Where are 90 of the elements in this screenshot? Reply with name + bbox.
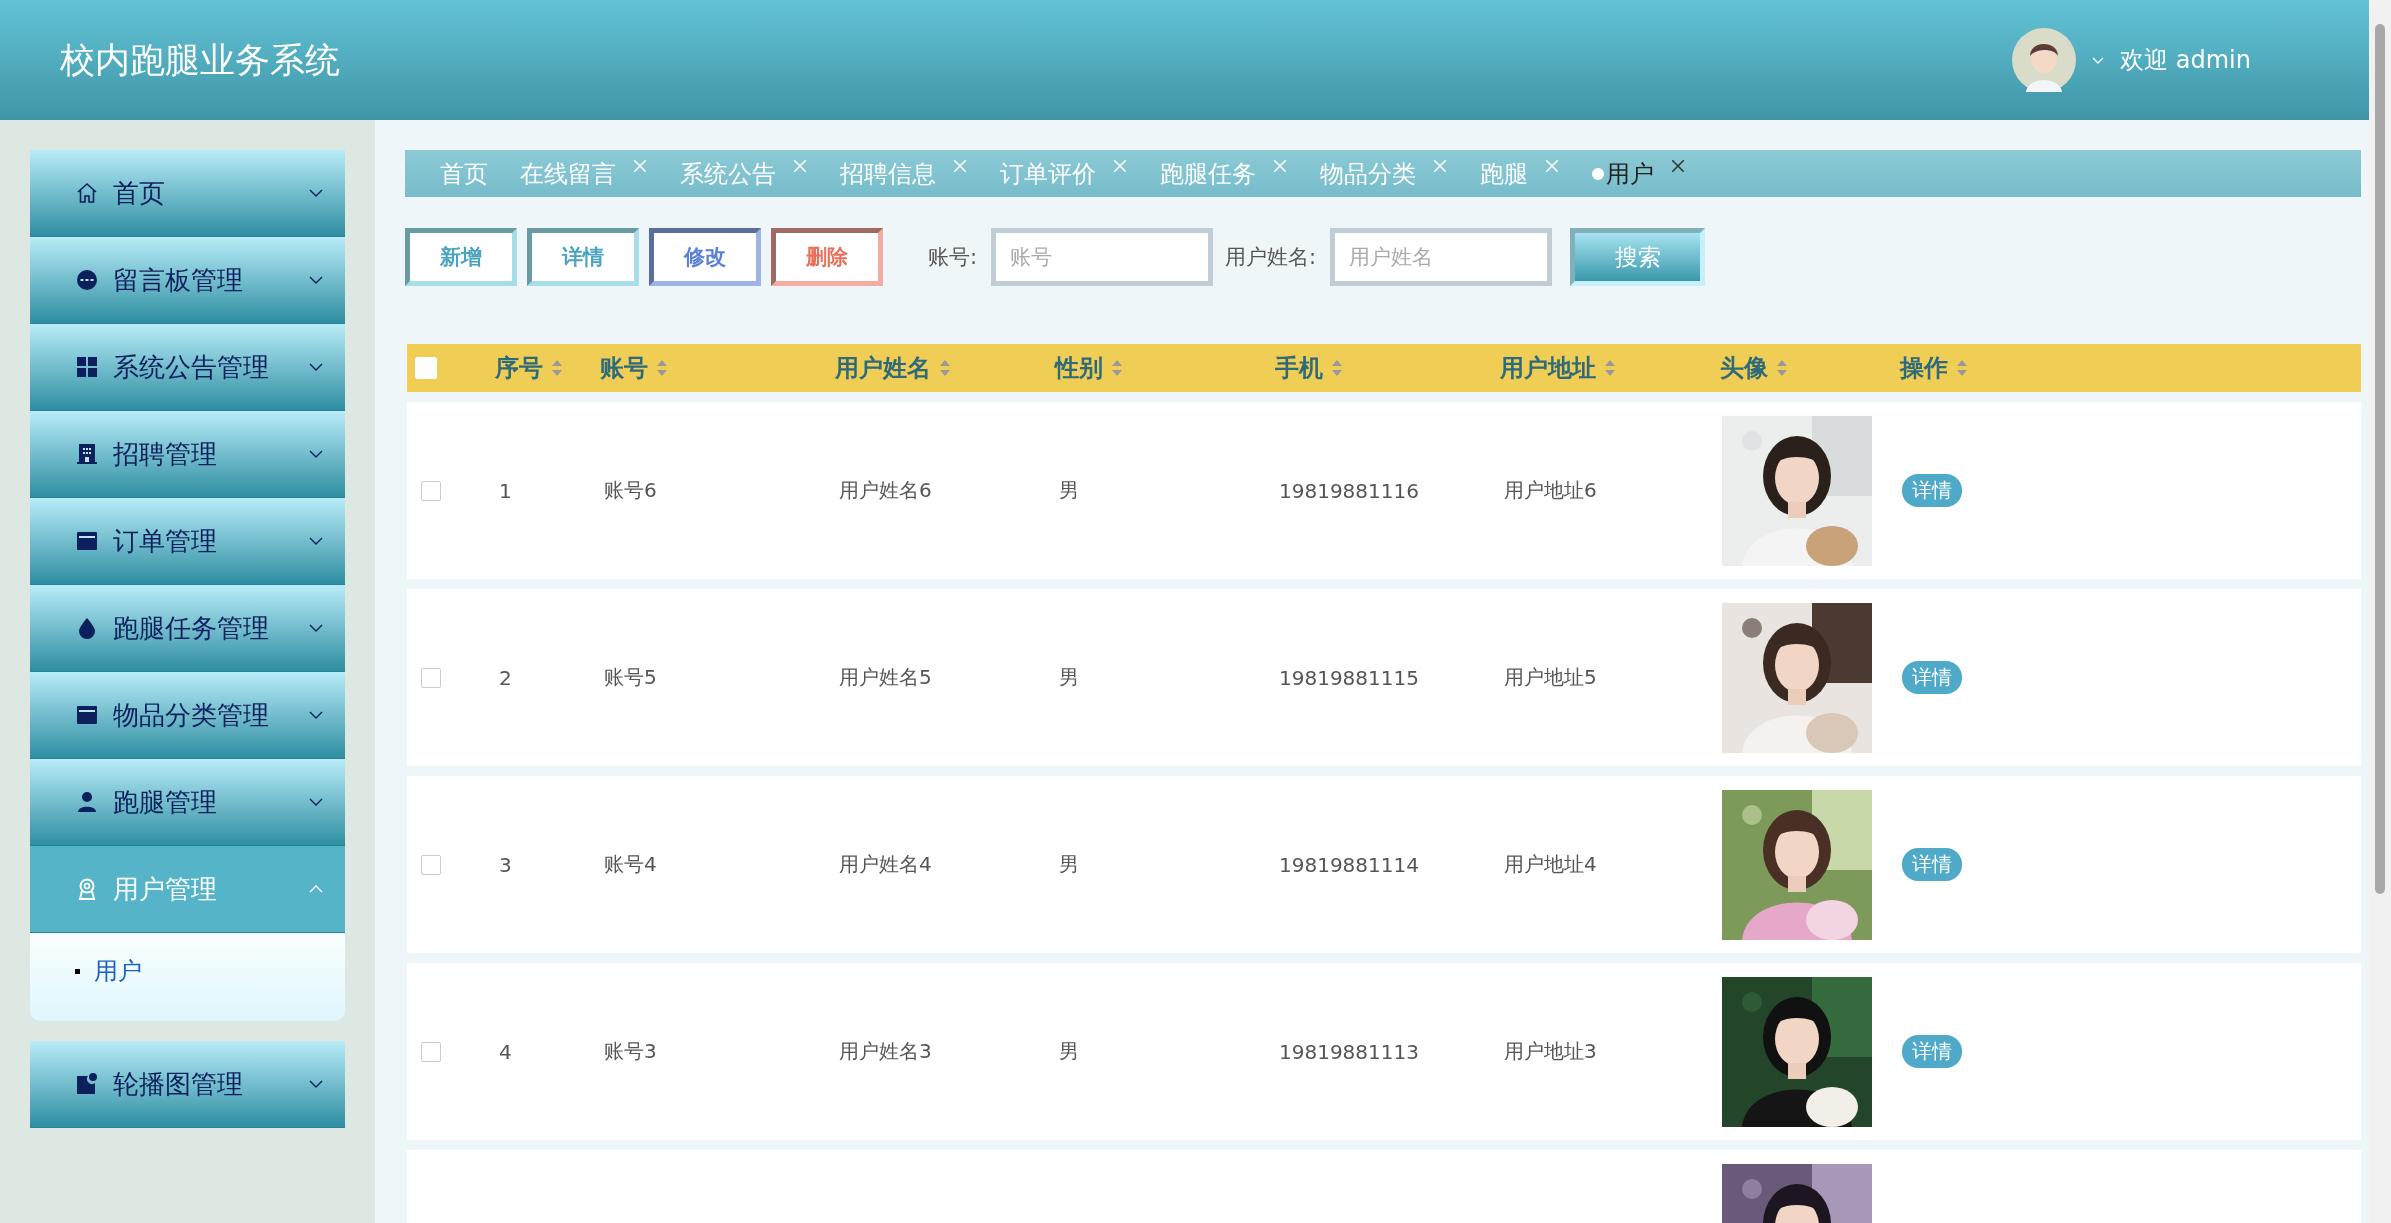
table-cell: 用户姓名6 xyxy=(839,478,932,502)
checkbox[interactable] xyxy=(421,854,441,875)
detail-button[interactable]: 详情 xyxy=(1902,848,1962,881)
toolbar-button[interactable]: 修改 xyxy=(649,228,761,286)
column-header[interactable]: 手机 xyxy=(1275,352,1323,384)
column-header[interactable]: 性别 xyxy=(1055,352,1103,384)
table-cell: 用户地址5 xyxy=(1504,665,1597,689)
table-cell: 2 xyxy=(499,665,512,690)
tab[interactable]: 用户 xyxy=(1592,157,1686,190)
sort-icon[interactable] xyxy=(656,358,668,378)
sort-icon[interactable] xyxy=(1604,358,1616,378)
checkbox[interactable] xyxy=(421,667,441,688)
tab[interactable]: 订单评价 xyxy=(1000,157,1128,190)
toolbar-button[interactable]: 新增 xyxy=(405,228,517,286)
menu-item[interactable]: 订单管理 xyxy=(30,498,345,585)
card-icon xyxy=(75,703,99,727)
table-cell: 用户姓名5 xyxy=(839,665,932,689)
checkbox[interactable] xyxy=(421,480,441,501)
menu-item[interactable]: 物品分类管理 xyxy=(30,672,345,759)
menu-item[interactable]: 首页 xyxy=(30,150,345,237)
dots-circle-icon xyxy=(75,268,99,292)
input-field[interactable]: 账号 xyxy=(991,228,1214,286)
table-cell: 19819881116 xyxy=(1279,478,1419,503)
table-cell: 3 xyxy=(499,852,512,877)
checkbox[interactable] xyxy=(421,1041,441,1062)
app-title: 校内跑腿业务系统 xyxy=(60,38,341,82)
table-cell: 4 xyxy=(499,1039,512,1064)
menu-item[interactable]: 系统公告管理 xyxy=(30,324,345,411)
table-cell: 19819881115 xyxy=(1279,665,1419,690)
menu-item[interactable]: 轮播图管理 xyxy=(30,1041,345,1128)
table-cell: 用户姓名3 xyxy=(839,1039,932,1063)
search-button[interactable]: 搜索 xyxy=(1570,228,1706,286)
filter-label: 用户姓名: xyxy=(1225,244,1317,271)
tab[interactable]: 招聘信息 xyxy=(840,157,968,190)
detail-button[interactable]: 详情 xyxy=(1902,1035,1962,1068)
toolbar-button[interactable]: 详情 xyxy=(527,228,639,286)
tab[interactable]: 跑腿 xyxy=(1480,157,1560,190)
table-cell: 用户姓名4 xyxy=(839,852,932,876)
sort-icon[interactable] xyxy=(1776,358,1788,378)
tab[interactable]: 物品分类 xyxy=(1320,157,1448,190)
column-header[interactable]: 头像 xyxy=(1720,352,1768,384)
menu-item[interactable]: 招聘管理 xyxy=(30,411,345,498)
table-cell: 用户地址4 xyxy=(1504,852,1597,876)
input-field[interactable]: 用户姓名 xyxy=(1330,228,1553,286)
person-icon xyxy=(75,790,99,814)
image-icon xyxy=(75,1072,99,1096)
table-cell: 19819881113 xyxy=(1279,1039,1419,1064)
column-header[interactable]: 用户地址 xyxy=(1500,352,1596,384)
building-icon xyxy=(75,442,99,466)
column-header[interactable]: 用户姓名 xyxy=(835,352,931,384)
submenu-item[interactable]: 用户 xyxy=(75,955,345,987)
sort-icon[interactable] xyxy=(551,358,563,378)
table-cell: 1 xyxy=(499,478,512,503)
scrollbar[interactable] xyxy=(2369,0,2391,1223)
column-header[interactable]: 序号 xyxy=(495,352,543,384)
detail-button[interactable]: 详情 xyxy=(1902,661,1962,694)
close-icon[interactable] xyxy=(1670,157,1686,174)
menu-item[interactable]: 用户管理 xyxy=(30,846,345,933)
sort-icon[interactable] xyxy=(939,358,951,378)
table-cell: 19819881114 xyxy=(1279,852,1419,877)
detail-button[interactable]: 详情 xyxy=(1902,474,1962,507)
toolbar-button[interactable]: 删除 xyxy=(771,228,883,286)
table-cell: 男 xyxy=(1059,478,1079,502)
table-cell: 账号5 xyxy=(604,665,657,689)
tab[interactable]: 首页 xyxy=(440,157,488,190)
table-cell: 账号4 xyxy=(604,852,657,876)
table-cell: 用户地址6 xyxy=(1504,478,1597,502)
home-icon xyxy=(75,181,99,205)
sort-icon[interactable] xyxy=(1331,358,1343,378)
column-header[interactable]: 操作 xyxy=(1900,352,1948,384)
menu-item[interactable]: 跑腿任务管理 xyxy=(30,585,345,672)
sort-icon[interactable] xyxy=(1956,358,1968,378)
menu-item[interactable]: 跑腿管理 xyxy=(30,759,345,846)
grid-icon xyxy=(75,355,99,379)
table-cell: 男 xyxy=(1059,1039,1079,1063)
tab[interactable]: 跑腿任务 xyxy=(1160,157,1288,190)
filter-label: 账号: xyxy=(928,244,978,271)
card-icon xyxy=(75,529,99,553)
table-cell: 男 xyxy=(1059,665,1079,689)
table-cell: 账号6 xyxy=(604,478,657,502)
sort-icon[interactable] xyxy=(1111,358,1123,378)
table-cell: 男 xyxy=(1059,852,1079,876)
column-header[interactable]: 账号 xyxy=(600,352,648,384)
table-cell: 用户地址3 xyxy=(1504,1039,1597,1063)
tab[interactable]: 在线留言 xyxy=(520,157,648,190)
table-cell: 账号3 xyxy=(604,1039,657,1063)
menu-item[interactable]: 留言板管理 xyxy=(30,237,345,324)
welcome-text: 欢迎 admin xyxy=(2120,45,2251,76)
avatar-icon[interactable] xyxy=(2012,28,2077,92)
tab[interactable]: 系统公告 xyxy=(680,157,808,190)
